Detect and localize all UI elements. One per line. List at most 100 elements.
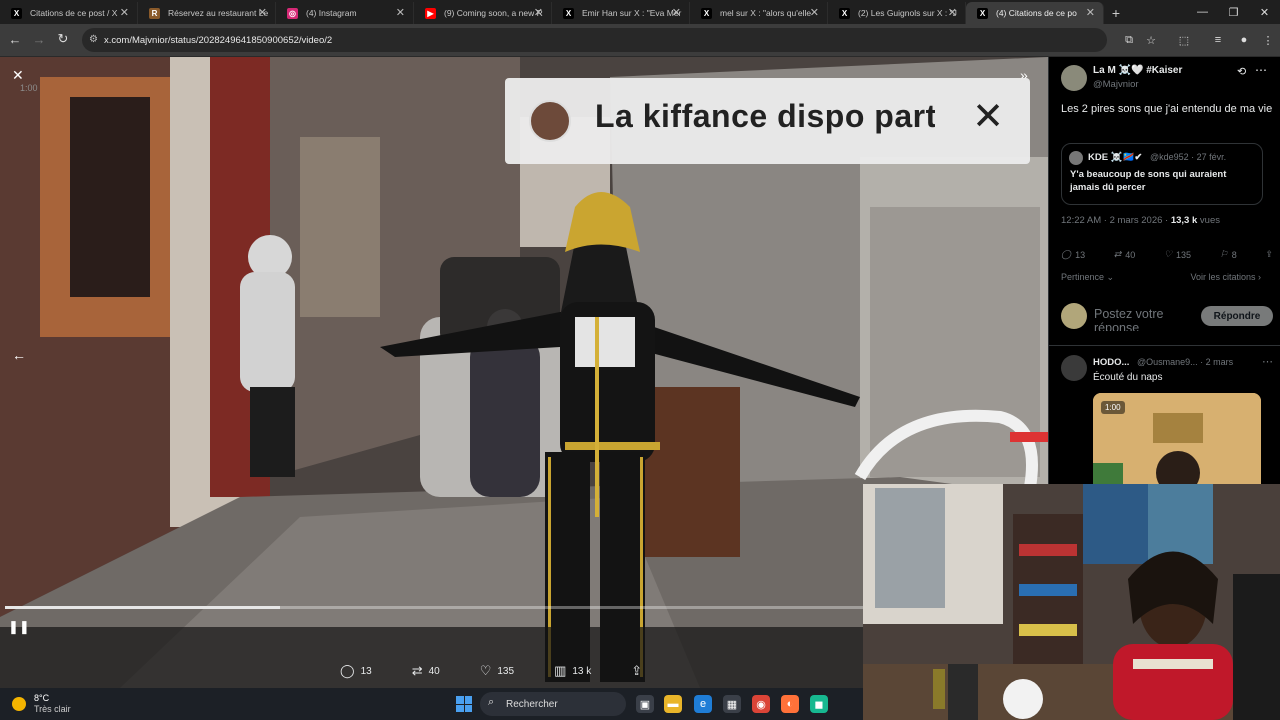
reply-media-video[interactable]: 1:00 [1093, 393, 1261, 487]
browser-tab[interactable]: X Emir Han sur X : "Eva Mer ✕ [552, 2, 690, 24]
view-quotes-link[interactable]: Voir les citations › [1190, 272, 1261, 282]
author-name[interactable]: La M ☠️🤍 #Kaiser [1093, 65, 1182, 76]
like-button[interactable]: ♡ 135 [480, 663, 514, 679]
pause-icon[interactable]: ❚❚ [8, 619, 30, 635]
tab-label: (2) Les Guignols sur X : "J [858, 8, 957, 18]
tweet-views-count: 13,3 k [1170, 215, 1198, 226]
url-bar[interactable]: ⚙ x.com/Majvnior/status/2028249641850900… [82, 28, 1107, 52]
start-menu-icon[interactable] [456, 696, 472, 712]
maximize-icon[interactable]: ❐ [1218, 0, 1249, 24]
more-options-icon[interactable]: ⋯ [1255, 63, 1267, 77]
tab-close-icon[interactable]: ✕ [120, 6, 129, 19]
quoted-tweet[interactable]: KDE ☠️🇨🇩✔ @kde952 · 27 févr. Y'a beaucou… [1061, 143, 1263, 205]
tab-close-icon[interactable]: ✕ [672, 6, 681, 19]
share-icon[interactable]: ⇪ [1265, 249, 1273, 260]
reply-more-icon[interactable]: ⋯ [1262, 355, 1273, 368]
tab-close-icon[interactable]: ✕ [396, 6, 405, 19]
reply-icon: ◯ [340, 663, 355, 678]
browser-tab[interactable]: R Réservez au restaurant Le ✕ [138, 2, 276, 24]
tweet-timestamp[interactable]: 12:22 AM · 2 mars 2026 · [1061, 215, 1168, 226]
tab-label: Citations de ce post / X [30, 8, 118, 18]
share-button[interactable]: ⇪ [631, 663, 642, 679]
browser-tab[interactable]: ◎ (4) Instagram ✕ [276, 2, 414, 24]
author-handle[interactable]: @Majvnior [1093, 79, 1139, 90]
task-view-icon[interactable]: ▣ [636, 695, 654, 713]
close-video-icon[interactable]: ✕ [12, 67, 24, 84]
stat-likes[interactable]: ♡ 135 [1164, 249, 1191, 260]
share-icon: ⇪ [631, 663, 643, 678]
stat-reposts[interactable]: ⇄ 40 [1114, 249, 1136, 260]
grok-icon[interactable]: ⟲ [1237, 65, 1246, 78]
tab-close-icon[interactable]: ✕ [948, 6, 957, 19]
browser-tab[interactable]: ▶ (9) Coming soon, a new R ✕ [414, 2, 552, 24]
reply-submit-button[interactable]: Répondre [1201, 306, 1273, 326]
reply-media-timecode: 1:00 [1101, 401, 1125, 414]
weather-temperature: 8°C [34, 693, 50, 703]
menu-icon[interactable]: ⋮ [1260, 32, 1276, 48]
tab-close-icon[interactable]: ✕ [534, 6, 543, 19]
sort-dropdown[interactable]: Pertinence ⌄ [1061, 272, 1114, 282]
extensions-icon[interactable]: ⬚ [1176, 32, 1192, 48]
chrome-icon[interactable]: ◉ [752, 695, 770, 713]
reply-input[interactable]: Postez votre réponse [1094, 307, 1194, 331]
firefox-icon[interactable]: ◐ [781, 695, 799, 713]
browser-tab[interactable]: X Citations de ce post / X ✕ [0, 2, 138, 24]
reply-avatar[interactable] [1061, 355, 1087, 381]
taskbar-search-label: Rechercher [506, 698, 558, 710]
edge-icon[interactable]: e [694, 695, 712, 713]
minimize-icon[interactable]: — [1187, 0, 1218, 24]
stat-replies[interactable]: ◯ 13 [1061, 249, 1085, 260]
author-avatar[interactable] [1061, 65, 1087, 91]
tab-close-icon[interactable]: ✕ [258, 6, 267, 19]
tweet-views-label: vues [1199, 215, 1220, 226]
taskbar-search[interactable]: ⌕ Rechercher [480, 692, 626, 716]
file-explorer-icon[interactable]: ▬ [664, 695, 682, 713]
video-progress-fill [5, 606, 280, 609]
tweet-stats: ◯ 13 ⇄ 40 ♡ 135 ⚐ 8 ⇪ [1061, 249, 1273, 260]
tab-close-icon[interactable]: ✕ [1086, 6, 1095, 19]
user-avatar [1061, 303, 1087, 329]
store-icon[interactable]: ▦ [723, 695, 741, 713]
bookmark-star-icon[interactable]: ☆ [1143, 32, 1159, 48]
stat-bookmarks[interactable]: ⚐ 8 [1220, 249, 1237, 260]
tab-label: (4) Citations de ce po [996, 8, 1077, 18]
reply-author-name[interactable]: HODO... [1093, 357, 1129, 368]
tab-label: mel sur X : "alors qu'elle [720, 8, 812, 18]
x-icon: X [11, 8, 22, 19]
tab-label: Emir Han sur X : "Eva Mer [582, 8, 682, 18]
profile-icon[interactable]: ● [1236, 32, 1252, 48]
heart-icon: ♡ [479, 663, 492, 678]
reply-composer: Postez votre réponse Répondre [1061, 301, 1273, 333]
like-count: 135 [497, 665, 515, 677]
previous-media-icon[interactable]: ← [12, 347, 26, 363]
stat-bookmarks-count: 8 [1231, 249, 1237, 260]
webcam-frame [863, 484, 1280, 720]
reply-count: 13 [360, 665, 372, 677]
video-action-bar: ◯ 13 ⇄ 40 ♡ 135 ▥ 13 k ⇪ [340, 663, 720, 679]
browser-tab[interactable]: X (4) Citations de ce po ✕ [966, 2, 1104, 24]
banner-avatar [529, 100, 571, 142]
close-window-icon[interactable]: ✕ [1249, 0, 1280, 24]
tweet-detail-panel: La M ☠️🤍 #Kaiser @Majvnior ⟲ ⋯ Les 2 pir… [1048, 57, 1280, 487]
browser-tab[interactable]: Xmel sur X : "alors qu'elle ✕ [690, 2, 828, 24]
tab-close-icon[interactable]: ✕ [810, 6, 819, 19]
reply-meta: @Ousmane9... · 2 mars [1137, 357, 1234, 367]
app-icon[interactable]: ◼ [810, 695, 828, 713]
reload-icon[interactable]: ↻ [54, 30, 72, 48]
forward-icon[interactable]: → [30, 30, 48, 48]
views-button[interactable]: ▥ 13 k [554, 663, 591, 679]
reply-button[interactable]: ◯ 13 [340, 663, 372, 679]
media-control-icon[interactable]: ≡ [1210, 32, 1226, 48]
restaurant-icon: R [149, 8, 160, 19]
search-icon: ⌕ [488, 696, 495, 708]
site-info-icon[interactable]: ⚙ [89, 34, 98, 45]
repost-button[interactable]: ⇄ 40 [412, 663, 440, 679]
video-caption-banner: La kiffance dispo part ✕ [505, 78, 1030, 164]
repost-icon: ⇄ [411, 663, 423, 678]
url-text: x.com/Majvnior/status/202824964185090065… [104, 34, 333, 46]
back-icon[interactable]: ← [6, 30, 24, 48]
new-tab-icon[interactable]: + [1104, 2, 1128, 24]
browser-tab[interactable]: X (2) Les Guignols sur X : "J ✕ [828, 2, 966, 24]
install-app-icon[interactable]: ⧉ [1121, 32, 1137, 48]
video-progress-bar[interactable] [5, 606, 863, 609]
